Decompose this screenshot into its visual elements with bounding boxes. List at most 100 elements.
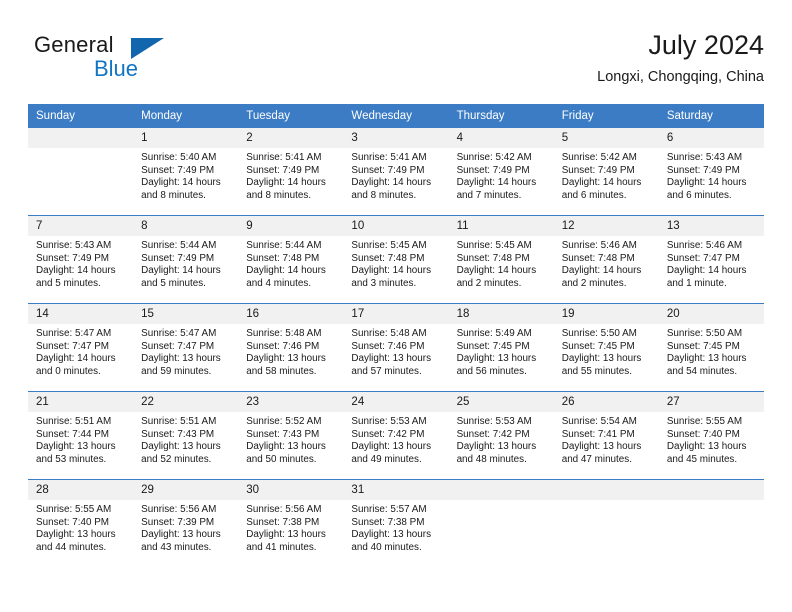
sunset-text: Sunset: 7:47 PM [36,340,110,352]
day-number [553,480,659,500]
sunset-text: Sunset: 7:48 PM [561,252,635,264]
day-number: 6 [658,128,764,148]
day-details: Sunrise: 5:57 AM Sunset: 7:38 PM Daylight:… [343,500,448,554]
calendar-day-cell[interactable]: 19 Sunrise: 5:50 AM Sunset: 7:45 PM Dayligh… [553,303,659,392]
day-number: 3 [343,128,449,148]
sunset-text: Sunset: 7:49 PM [36,252,110,264]
calendar-day-cell[interactable]: 27 Sunrise: 5:55 AM Sunset: 7:40 PM Dayligh… [658,391,764,480]
calendar-day-cell[interactable]: 18 Sunrise: 5:49 AM Sunset: 7:45 PM Dayligh… [448,303,554,392]
day-number: 11 [448,216,554,236]
daylight-text: Daylight: 14 hours and 7 minutes. [456,177,537,201]
calendar-week-row: 7 Sunrise: 5:43 AM Sunset: 7:49 PM Daylight… [28,215,764,304]
sunset-text: Sunset: 7:40 PM [36,516,110,528]
sunset-text: Sunset: 7:45 PM [456,340,530,352]
calendar-day-cell[interactable]: 9 Sunrise: 5:44 AM Sunset: 7:48 PM Daylight… [238,215,344,304]
daylight-text: Daylight: 13 hours and 50 minutes. [246,441,326,465]
day-number: 31 [343,480,449,500]
calendar-day-cell[interactable]: 16 Sunrise: 5:48 AM Sunset: 7:46 PM Dayligh… [238,303,344,392]
calendar-day-cell[interactable]: 31 Sunrise: 5:57 AM Sunset: 7:38 PM Dayligh… [343,479,449,567]
daylight-text: Daylight: 14 hours and 2 minutes. [456,265,537,289]
calendar-day-cell[interactable]: 8 Sunrise: 5:44 AM Sunset: 7:49 PM Daylight… [133,215,239,304]
sunrise-text: Sunrise: 5:40 AM [141,152,217,163]
day-details: Sunrise: 5:55 AM Sunset: 7:40 PM Daylight:… [659,412,764,466]
sunrise-text: Sunrise: 5:45 AM [351,240,427,251]
sunrise-text: Sunrise: 5:53 AM [351,416,427,427]
daylight-text: Daylight: 14 hours and 6 minutes. [561,177,642,201]
daylight-text: Daylight: 14 hours and 8 minutes. [141,177,221,201]
calendar-day-cell[interactable]: 14 Sunrise: 5:47 AM Sunset: 7:47 PM Dayligh… [28,303,134,392]
daylight-text: Daylight: 14 hours and 8 minutes. [351,177,432,201]
sunset-text: Sunset: 7:49 PM [561,164,635,176]
day-details: Sunrise: 5:50 AM Sunset: 7:45 PM Daylight:… [554,324,659,378]
day-details: Sunrise: 5:53 AM Sunset: 7:42 PM Daylight:… [449,412,554,466]
sunrise-text: Sunrise: 5:47 AM [141,328,217,339]
day-details: Sunrise: 5:56 AM Sunset: 7:39 PM Daylight:… [133,500,238,554]
calendar-day-cell[interactable]: 17 Sunrise: 5:48 AM Sunset: 7:46 PM Dayligh… [343,303,449,392]
calendar-day-cell[interactable]: 12 Sunrise: 5:46 AM Sunset: 7:48 PM Dayligh… [553,215,659,304]
day-number: 13 [658,216,764,236]
calendar-day-cell[interactable]: 13 Sunrise: 5:46 AM Sunset: 7:47 PM Dayligh… [658,215,764,304]
day-details: Sunrise: 5:40 AM Sunset: 7:49 PM Daylight:… [133,148,238,202]
calendar-day-cell[interactable]: 11 Sunrise: 5:45 AM Sunset: 7:48 PM Dayligh… [448,215,554,304]
calendar-day-cell[interactable]: 15 Sunrise: 5:47 AM Sunset: 7:47 PM Dayligh… [133,303,239,392]
sunrise-text: Sunrise: 5:43 AM [666,152,743,163]
sunset-text: Sunset: 7:38 PM [351,516,425,528]
sunset-text: Sunset: 7:49 PM [141,164,215,176]
calendar-day-cell[interactable]: 30 Sunrise: 5:56 AM Sunset: 7:38 PM Dayligh… [238,479,344,567]
calendar-day-cell[interactable]: 25 Sunrise: 5:53 AM Sunset: 7:42 PM Dayligh… [448,391,554,480]
day-details: Sunrise: 5:48 AM Sunset: 7:46 PM Daylight:… [238,324,343,378]
brand-name-general: General [34,32,114,57]
calendar-day-cell[interactable]: 26 Sunrise: 5:54 AM Sunset: 7:41 PM Dayligh… [553,391,659,480]
calendar-day-cell[interactable]: 29 Sunrise: 5:56 AM Sunset: 7:39 PM Dayligh… [133,479,239,567]
daylight-text: Daylight: 13 hours and 57 minutes. [351,353,432,377]
sunrise-text: Sunrise: 5:49 AM [456,328,532,339]
daylight-text: Daylight: 14 hours and 5 minutes. [36,265,116,289]
daylight-text: Daylight: 13 hours and 47 minutes. [561,441,642,465]
brand-logo[interactable]: General Blue [34,32,214,90]
sunset-text: Sunset: 7:41 PM [561,428,635,440]
sunrise-text: Sunrise: 5:41 AM [351,152,427,163]
daylight-text: Daylight: 13 hours and 58 minutes. [246,353,326,377]
calendar-day-cell[interactable]: 23 Sunrise: 5:52 AM Sunset: 7:43 PM Dayligh… [238,391,344,480]
calendar-empty-cell [553,479,659,567]
calendar-week-row: 28 Sunrise: 5:55 AM Sunset: 7:40 PM Dayligh… [28,479,764,567]
day-number [448,480,554,500]
daylight-text: Daylight: 13 hours and 52 minutes. [141,441,221,465]
sunset-text: Sunset: 7:46 PM [246,340,320,352]
daylight-text: Daylight: 13 hours and 40 minutes. [351,529,432,553]
page-title: July 2024 [648,30,764,60]
calendar-day-cell[interactable]: 20 Sunrise: 5:50 AM Sunset: 7:45 PM Dayligh… [658,303,764,392]
sunrise-text: Sunrise: 5:45 AM [456,240,532,251]
day-number: 14 [28,304,134,324]
calendar-day-cell[interactable]: 24 Sunrise: 5:53 AM Sunset: 7:42 PM Dayligh… [343,391,449,480]
daylight-text: Daylight: 14 hours and 3 minutes. [351,265,432,289]
calendar-day-cell[interactable]: 4 Sunrise: 5:42 AM Sunset: 7:49 PM Daylight… [448,127,554,216]
day-details: Sunrise: 5:44 AM Sunset: 7:49 PM Daylight:… [133,236,238,290]
day-number: 24 [343,392,449,412]
sunset-text: Sunset: 7:47 PM [666,252,740,264]
calendar-day-cell[interactable]: 28 Sunrise: 5:55 AM Sunset: 7:40 PM Dayligh… [28,479,134,567]
sunrise-text: Sunrise: 5:47 AM [36,328,112,339]
calendar-day-cell[interactable]: 7 Sunrise: 5:43 AM Sunset: 7:49 PM Daylight… [28,215,134,304]
day-details: Sunrise: 5:41 AM Sunset: 7:49 PM Daylight:… [238,148,343,202]
sunrise-text: Sunrise: 5:54 AM [561,416,637,427]
day-number: 19 [553,304,659,324]
calendar-day-cell[interactable]: 10 Sunrise: 5:45 AM Sunset: 7:48 PM Dayligh… [343,215,449,304]
daylight-text: Daylight: 13 hours and 54 minutes. [666,353,747,377]
title-block: July 2024 Longxi, Chongqing, China [597,28,764,87]
sunrise-text: Sunrise: 5:42 AM [561,152,637,163]
calendar-day-cell[interactable]: 22 Sunrise: 5:51 AM Sunset: 7:43 PM Dayligh… [133,391,239,480]
daylight-text: Daylight: 13 hours and 59 minutes. [141,353,221,377]
sunset-text: Sunset: 7:38 PM [246,516,320,528]
calendar-day-cell[interactable]: 21 Sunrise: 5:51 AM Sunset: 7:44 PM Dayligh… [28,391,134,480]
calendar-day-cell[interactable]: 6 Sunrise: 5:43 AM Sunset: 7:49 PM Daylight… [658,127,764,216]
day-number: 4 [448,128,554,148]
day-details: Sunrise: 5:43 AM Sunset: 7:49 PM Daylight:… [659,148,764,202]
calendar-day-cell[interactable]: 2 Sunrise: 5:41 AM Sunset: 7:49 PM Daylight… [238,127,344,216]
day-number: 26 [553,392,659,412]
calendar-day-cell[interactable]: 3 Sunrise: 5:41 AM Sunset: 7:49 PM Daylight… [343,127,449,216]
calendar-day-cell[interactable]: 5 Sunrise: 5:42 AM Sunset: 7:49 PM Daylight… [553,127,659,216]
calendar-day-cell[interactable]: 1 Sunrise: 5:40 AM Sunset: 7:49 PM Daylight… [133,127,239,216]
sunset-text: Sunset: 7:40 PM [666,428,740,440]
daylight-text: Daylight: 13 hours and 45 minutes. [666,441,747,465]
